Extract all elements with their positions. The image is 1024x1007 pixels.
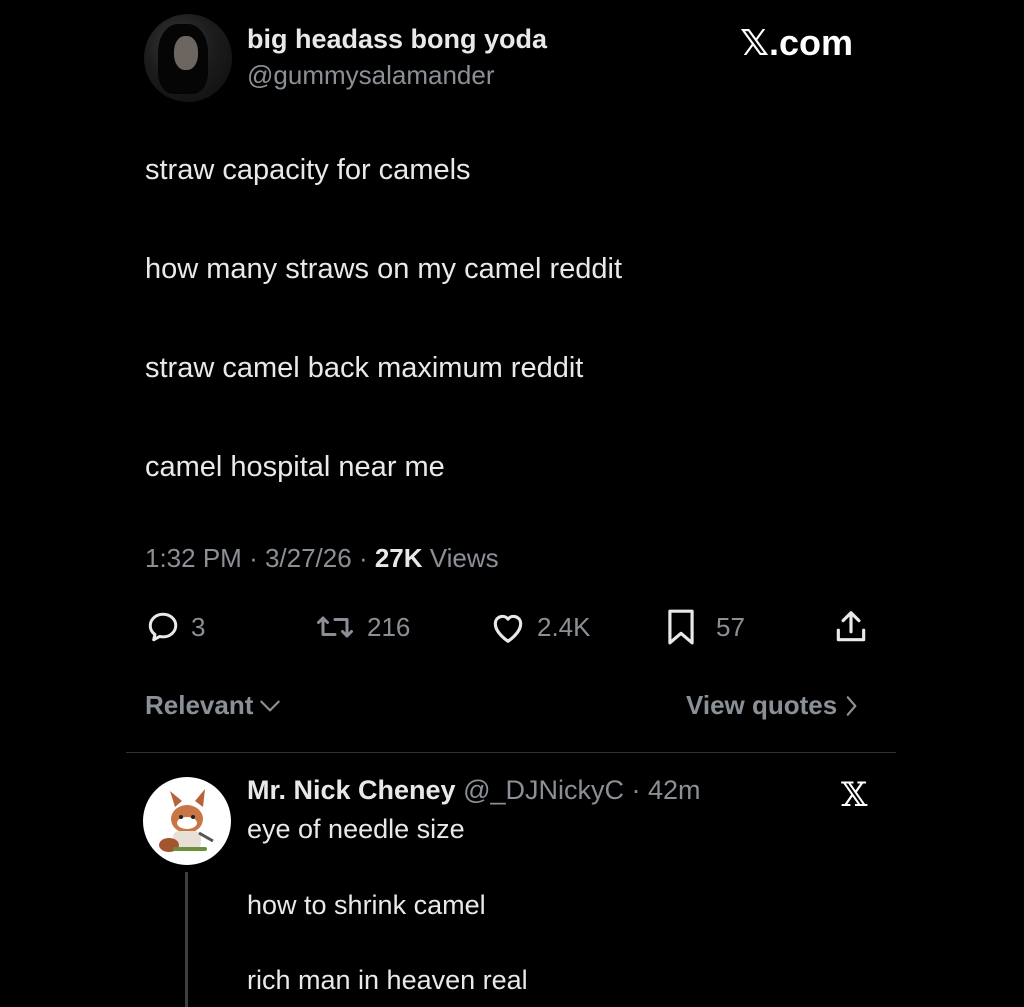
sort-replies-button[interactable]: Relevant <box>145 690 283 721</box>
view-quotes-link[interactable]: View quotes <box>686 690 859 721</box>
reply-button[interactable]: 3 <box>145 607 205 647</box>
repost-count: 216 <box>367 611 411 642</box>
author-handle[interactable]: @gummysalamander <box>247 60 494 91</box>
chevron-down-icon <box>260 700 281 711</box>
like-button[interactable]: 2.4K <box>489 607 591 647</box>
like-count: 2.4K <box>537 611 591 642</box>
post-line: straw capacity for camels <box>145 154 471 186</box>
reply-icon <box>148 612 178 642</box>
reply-avatar[interactable] <box>143 777 231 865</box>
views-label: Views <box>429 543 499 573</box>
share-icon <box>836 611 866 642</box>
post-line: camel hospital near me <box>145 451 445 483</box>
sort-label: Relevant <box>145 690 254 720</box>
chevron-right-icon <box>846 695 857 716</box>
reply-line: eye of needle size <box>247 814 465 844</box>
reply-count: 3 <box>191 611 206 642</box>
post-meta: 1:32 PM · 3/27/26 · 27K Views <box>145 543 499 574</box>
brand-watermark: 𝕏.com <box>740 22 854 63</box>
thread-connector <box>185 872 188 1007</box>
post-date[interactable]: 3/27/26 <box>265 543 352 573</box>
repost-button[interactable]: 216 <box>313 607 410 647</box>
bookmark-button[interactable]: 57 <box>664 607 745 647</box>
post-time[interactable]: 1:32 PM <box>145 543 242 573</box>
reply-time[interactable]: 42m <box>648 775 701 805</box>
author-display-name[interactable]: big headass bong yoda <box>247 24 547 55</box>
separator: · <box>358 543 375 573</box>
divider <box>126 752 896 753</box>
repost-icon <box>317 616 353 638</box>
share-button[interactable] <box>832 607 870 647</box>
views-count: 27K <box>374 543 423 573</box>
x-logo-icon: 𝕏 <box>841 775 868 815</box>
view-quotes-label: View quotes <box>686 690 838 720</box>
reply-header: Mr. Nick Cheney @_DJNickyC · 42m <box>247 775 701 806</box>
author-avatar[interactable] <box>144 14 232 102</box>
like-icon <box>493 614 523 643</box>
separator: · <box>249 543 265 573</box>
bookmark-icon <box>668 609 694 645</box>
reply-display-name[interactable]: Mr. Nick Cheney <box>247 775 456 805</box>
bookmark-count: 57 <box>716 611 745 642</box>
separator: · <box>624 775 649 805</box>
post-line: how many straws on my camel reddit <box>145 253 623 285</box>
reply-line: how to shrink camel <box>247 890 486 920</box>
avatar-face <box>174 36 198 70</box>
raccoon-avatar-illustration <box>159 789 214 852</box>
reply-line: rich man in heaven real <box>247 965 528 995</box>
post-line: straw camel back maximum reddit <box>145 352 584 384</box>
reply-handle[interactable]: @_DJNickyC <box>463 775 624 805</box>
